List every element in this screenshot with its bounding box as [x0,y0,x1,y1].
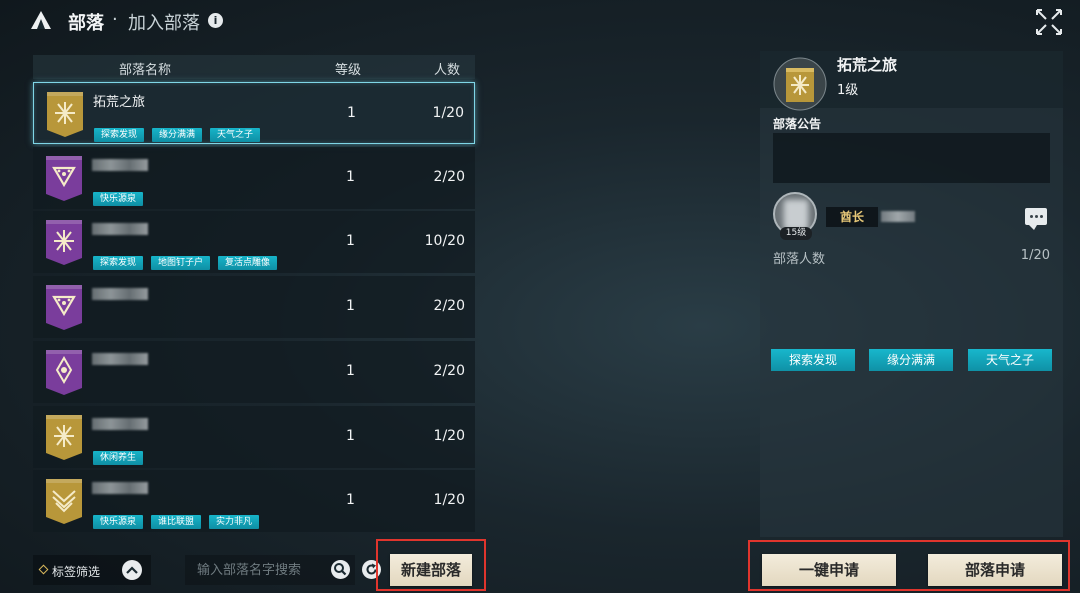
tribe-name-blurred [92,288,148,301]
tribe-row[interactable]: 快乐源泉 1 2/20 [33,146,475,209]
tribe-level: 1 [346,233,355,250]
tribe-row[interactable]: 探索发现 地图钉子户 复活点雕像 1 10/20 [33,211,475,274]
detail-tribe-level: 1级 [837,83,859,98]
tribe-name-blurred [92,223,148,236]
members-label: 部落人数 [773,252,826,267]
tent-icon [31,11,51,29]
tribe-level: 1 [346,362,355,379]
search-icon[interactable] [331,560,350,579]
tribe-tag: 地图钉子户 [151,256,211,271]
tribe-detail-panel: 拓荒之旅 1级 部落公告 15级 酋长 部落人数 1/20 探索发现 缘分满满 … [760,51,1063,537]
tribe-banner-icon [47,92,83,137]
tribe-name-blurred [92,158,148,171]
top-bar: 部落 · 加入部落 i [0,0,1080,42]
tribe-name: 拓荒之旅 [93,95,146,110]
column-name: 部落名称 [119,63,172,78]
announcement-box [773,133,1050,183]
chat-icon[interactable] [1025,208,1047,230]
one-click-apply-button[interactable]: 一键申请 [762,554,896,586]
tribe-member-count: 2/20 [433,362,465,379]
tribe-banner-icon [46,155,82,201]
detail-tribe-name: 拓荒之旅 [837,56,898,74]
tribe-member-count: 1/20 [433,492,465,509]
chevron-up-icon[interactable] [122,560,142,580]
tribe-banner-icon [46,220,82,266]
tribe-member-count: 1/20 [432,105,464,121]
tag-filter-label: 标签筛选 [52,565,101,579]
info-icon[interactable]: i [208,13,223,28]
tribe-banner-icon [46,285,82,331]
tribe-banner-icon [46,414,82,460]
tribe-row[interactable]: 休闲养生 1 1/20 [33,405,475,468]
tribe-tag: 快乐源泉 [93,515,144,530]
tribe-banner-icon [46,479,82,525]
tribe-tags: 休闲养生 [93,445,151,465]
tribe-level: 1 [346,298,355,315]
new-tribe-button[interactable]: 新建部落 [390,554,472,586]
tribe-tag: 谁比联盟 [151,515,202,530]
title-separator: · [112,9,118,30]
tribe-member-count: 1/20 [433,427,465,444]
tribe-level: 1 [346,427,355,444]
diamond-icon [38,564,49,575]
tribe-level: 1 [346,492,355,509]
tribe-list: 部落名称 等级 人数 拓荒之旅 探索发现 缘分满满 天气之子 1 1/20 快乐源泉 1 2/2… [33,55,475,535]
tribe-member-count: 2/20 [433,168,465,185]
tribe-tag: 缘分满满 [152,128,203,142]
announcement-title: 部落公告 [773,117,822,131]
tribe-tags: 快乐源泉 [93,186,151,206]
detail-tag: 天气之子 [968,349,1052,371]
search-input[interactable] [185,555,320,585]
tribe-tag: 天气之子 [210,128,261,142]
column-level: 等级 [335,63,362,78]
tribe-tag: 复活点雕像 [218,256,278,271]
tribe-tag: 探索发现 [94,128,145,142]
column-count: 人数 [434,63,461,78]
members-value: 1/20 [1020,248,1050,263]
tribe-level: 1 [347,105,356,121]
tribe-member-count: 2/20 [433,298,465,315]
tribe-name-blurred [92,482,148,495]
list-header: 部落名称 等级 人数 [33,55,475,79]
tribe-name-blurred [92,417,148,430]
tribe-member-count: 10/20 [424,233,465,250]
detail-tag: 缘分满满 [869,349,953,371]
leader-level-badge: 15级 [780,227,812,240]
tribe-tag: 实力非凡 [209,515,260,530]
detail-tag: 探索发现 [771,349,855,371]
tribe-tags: 快乐源泉 谁比联盟 实力非凡 [93,509,267,530]
tribe-tag: 快乐源泉 [93,191,144,206]
leader-name-blurred [881,211,915,222]
tribe-apply-button[interactable]: 部落申请 [928,554,1062,586]
tag-filter[interactable]: 标签筛选 [33,555,151,585]
tribe-tags: 探索发现 缘分满满 天气之子 [94,122,268,142]
tribe-row[interactable]: 1 2/20 [33,340,475,403]
tribe-banner-icon [46,349,82,395]
tribe-row[interactable]: 快乐源泉 谁比联盟 实力非凡 1 1/20 [33,470,475,533]
search-box [185,555,355,585]
tribe-tag: 探索发现 [93,256,144,271]
close-icon[interactable] [1035,8,1063,36]
tribe-tags: 探索发现 地图钉子户 复活点雕像 [93,250,285,271]
tribe-tag: 休闲养生 [93,450,144,465]
tribe-level: 1 [346,168,355,185]
leader-role-badge: 酋长 [826,207,878,227]
page-subtitle: 加入部落 [128,13,200,34]
tribe-row[interactable]: 1 2/20 [33,276,475,339]
tribe-name-blurred [92,352,148,365]
page-title: 部落 [68,13,104,34]
tribe-emblem-icon [773,57,827,111]
tribe-row[interactable]: 拓荒之旅探索发现 缘分满满 天气之子 1 1/20 [33,82,475,144]
